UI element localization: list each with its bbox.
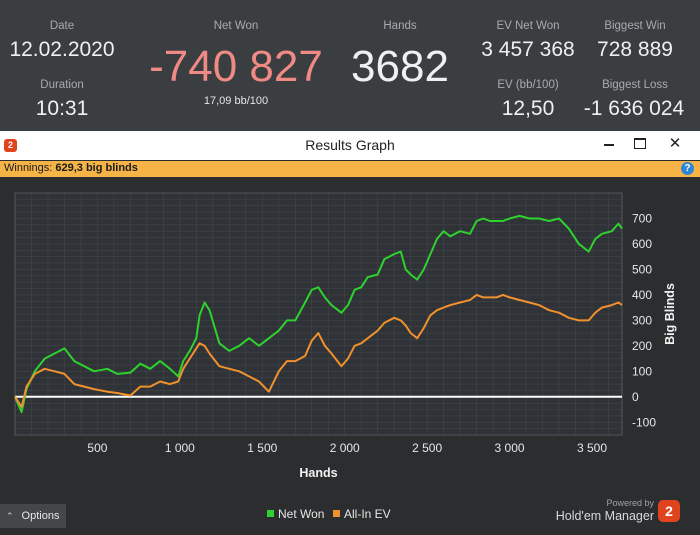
legend-net-won[interactable]: Net Won <box>267 507 324 521</box>
biggest-win-label: Biggest Win <box>604 20 666 32</box>
close-button[interactable]: ✕ <box>660 131 690 157</box>
net-won-value: -740 827 <box>149 42 323 91</box>
x-tick-label: 2 500 <box>412 441 442 455</box>
ev-bb-label: EV (bb/100) <box>497 79 559 91</box>
x-tick-label: 500 <box>87 441 107 455</box>
hands-value: 3682 <box>351 42 449 91</box>
winnings-value: 629,3 big blinds <box>55 162 138 174</box>
brand-name: Hold'em Manager <box>555 509 654 523</box>
y-tick-label: 700 <box>632 211 652 225</box>
x-tick-label: 1 500 <box>247 441 277 455</box>
duration-label: Duration <box>40 79 84 91</box>
y-tick-label: 500 <box>632 262 652 276</box>
hem-logo-icon: 2 <box>658 500 680 522</box>
y-tick-label: 100 <box>632 364 652 378</box>
x-axis-title: Hands <box>299 466 337 477</box>
legend-all-in-ev[interactable]: All-In EV <box>333 507 391 521</box>
legend-swatch-net-won <box>267 510 274 517</box>
date-label: Date <box>49 20 75 32</box>
ev-bb-value: 12,50 <box>501 97 555 120</box>
x-tick-label: 3 000 <box>495 441 525 455</box>
x-tick-label: 3 500 <box>577 441 607 455</box>
biggest-win-value: 728 889 <box>597 38 673 61</box>
powered-by-text: Powered by <box>606 498 654 508</box>
help-icon[interactable]: ? <box>681 162 694 175</box>
biggest-loss-value: -1 636 024 <box>583 97 685 120</box>
y-tick-label: 600 <box>632 237 652 251</box>
legend-swatch-all-in-ev <box>333 510 340 517</box>
winnings-label: Winnings: <box>4 162 53 174</box>
stats-panel: Date 12.02.2020 Duration 10:31 Net Won -… <box>0 0 700 130</box>
y-axis-title: Big Blinds <box>663 283 677 345</box>
y-tick-label: 300 <box>632 313 652 327</box>
ev-net-won-label: EV Net Won <box>496 20 560 32</box>
x-tick-label: 2 000 <box>330 441 360 455</box>
legend-net-won-label: Net Won <box>278 507 325 521</box>
y-tick-label: -100 <box>632 415 656 429</box>
legend-all-in-ev-label: All-In EV <box>344 507 391 521</box>
net-won-label: Net Won <box>213 20 259 32</box>
y-tick-label: 0 <box>632 390 639 404</box>
window-titlebar[interactable]: 2 Results Graph ✕ <box>0 131 700 160</box>
y-tick-label: 400 <box>632 288 652 302</box>
winnings-text: Winnings: 629,3 big blinds <box>4 162 138 174</box>
winnings-bar: Winnings: 629,3 big blinds ? <box>0 161 700 177</box>
results-graph-window: 2 Results Graph ✕ Winnings: 629,3 big bl… <box>0 131 700 535</box>
results-chart: 500 1 000 1 500 2 000 2 500 3 000 3 500 -100 0 10… <box>14 192 677 477</box>
y-tick-label: 200 <box>632 339 652 353</box>
duration-value: 10:31 <box>35 97 89 120</box>
bb-per-100: 17,09 bb/100 <box>203 95 269 107</box>
biggest-loss-label: Biggest Loss <box>602 79 668 91</box>
x-tick-label: 1 000 <box>165 441 195 455</box>
date-value: 12.02.2020 <box>9 38 115 61</box>
ev-net-won-value: 3 457 368 <box>481 38 575 61</box>
maximize-button[interactable] <box>625 131 655 157</box>
minimize-button[interactable] <box>595 131 625 157</box>
hands-label: Hands <box>383 20 417 32</box>
